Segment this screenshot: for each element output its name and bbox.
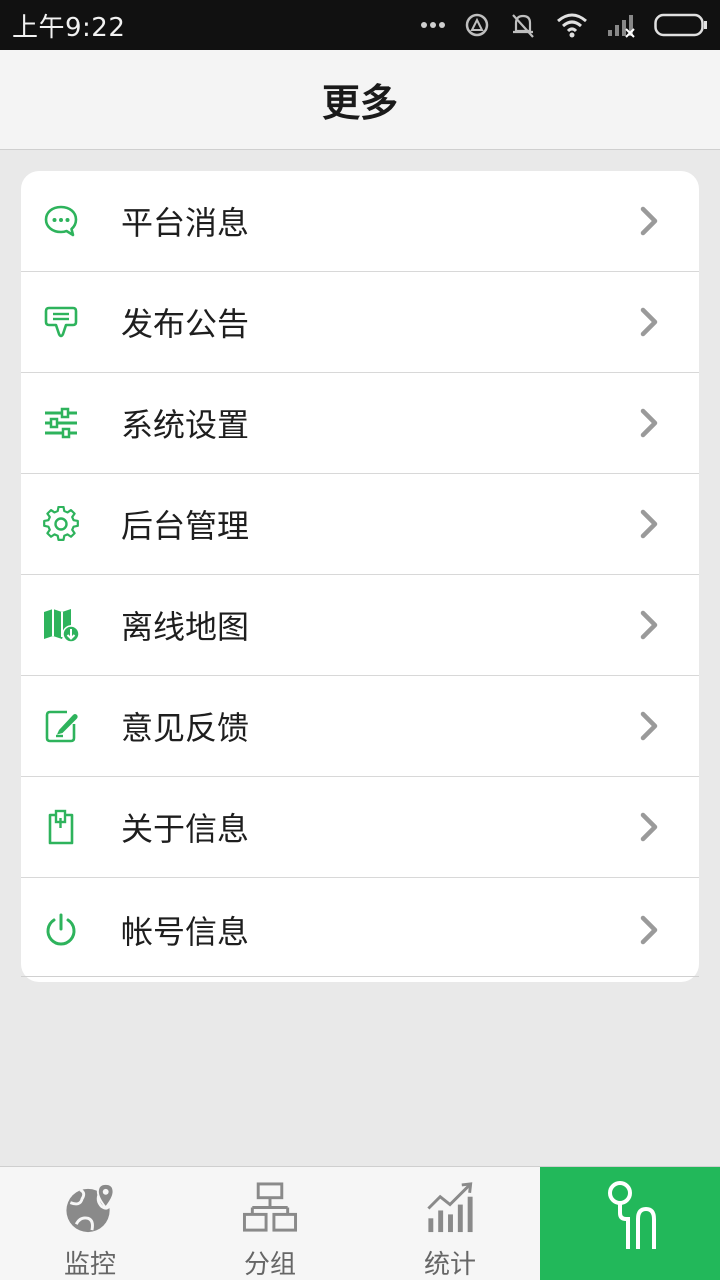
tab-label: 分组 [243, 1250, 296, 1280]
tab-label: 统计 [423, 1250, 476, 1280]
status-icons [420, 11, 708, 39]
power-icon [41, 910, 81, 950]
menu-item-label: 平台消息 [121, 204, 250, 242]
tab-group[interactable]: 分组 [180, 1167, 360, 1280]
menu-item-account-info[interactable]: 帐号信息 [21, 878, 699, 982]
menu-item-system-settings[interactable]: 系统设置 [21, 373, 699, 474]
menu-item-offline-map[interactable]: 离线地图 [21, 575, 699, 676]
status-bar: 上午9:22 [0, 0, 720, 50]
bottom-tab-bar: 监控 分组 统计 [0, 1166, 720, 1280]
menu-item-platform-messages[interactable]: 平台消息 [21, 171, 699, 272]
chevron-right-icon [640, 509, 658, 539]
sliders-icon [41, 403, 81, 443]
chevron-right-icon [640, 408, 658, 438]
menu-item-label: 离线地图 [121, 608, 250, 646]
globe-pin-icon [66, 1182, 115, 1233]
chat-bubble-icon [41, 201, 81, 241]
menu-item-label: 后台管理 [121, 507, 250, 545]
bar-chart-trend-icon [427, 1182, 473, 1233]
mute-bell-icon [512, 14, 534, 38]
feedback-edit-icon [41, 706, 81, 746]
chevron-right-icon [640, 711, 658, 741]
chevron-right-icon [640, 307, 658, 337]
signal-icon [608, 15, 635, 38]
gear-icon [41, 504, 81, 544]
chevron-right-icon [640, 812, 658, 842]
tab-more[interactable] [540, 1167, 720, 1280]
tab-label: 监控 [63, 1250, 116, 1280]
wifi-icon [557, 13, 587, 38]
hierarchy-icon [242, 1182, 298, 1232]
tab-monitor[interactable]: 监控 [0, 1167, 180, 1280]
menu-divider [21, 976, 699, 977]
tab-statistics[interactable]: 统计 [360, 1167, 540, 1280]
menu-item-backend-management[interactable]: 后台管理 [21, 474, 699, 575]
menu-item-label: 系统设置 [121, 406, 250, 444]
offline-map-icon [41, 605, 81, 645]
status-time: 上午9:22 [12, 12, 126, 43]
menu-item-feedback[interactable]: 意见反馈 [21, 676, 699, 777]
chevron-right-icon [640, 610, 658, 640]
page-title: 更多 [321, 81, 398, 125]
menu-item-label: 发布公告 [121, 305, 250, 343]
more-active-icon [608, 1181, 656, 1249]
chevron-right-icon [640, 206, 658, 236]
menu-item-publish-announcement[interactable]: 发布公告 [21, 272, 699, 373]
announcement-icon [41, 302, 81, 342]
chevron-right-icon [640, 915, 658, 945]
menu-item-about[interactable]: 关于信息 [21, 777, 699, 878]
clipboard-icon [41, 807, 81, 847]
menu-item-label: 意见反馈 [121, 709, 250, 747]
battery-icon [654, 13, 707, 37]
page-header: 更多 [0, 50, 720, 150]
more-dots-icon [421, 22, 445, 28]
sync-icon [465, 13, 489, 37]
menu-item-label: 帐号信息 [121, 913, 250, 951]
menu-item-label: 关于信息 [121, 810, 250, 848]
more-menu: 平台消息 发布公告 系统设置 后台管理 离线地图 意见反馈 关于信息 帐号信息 [21, 171, 699, 982]
